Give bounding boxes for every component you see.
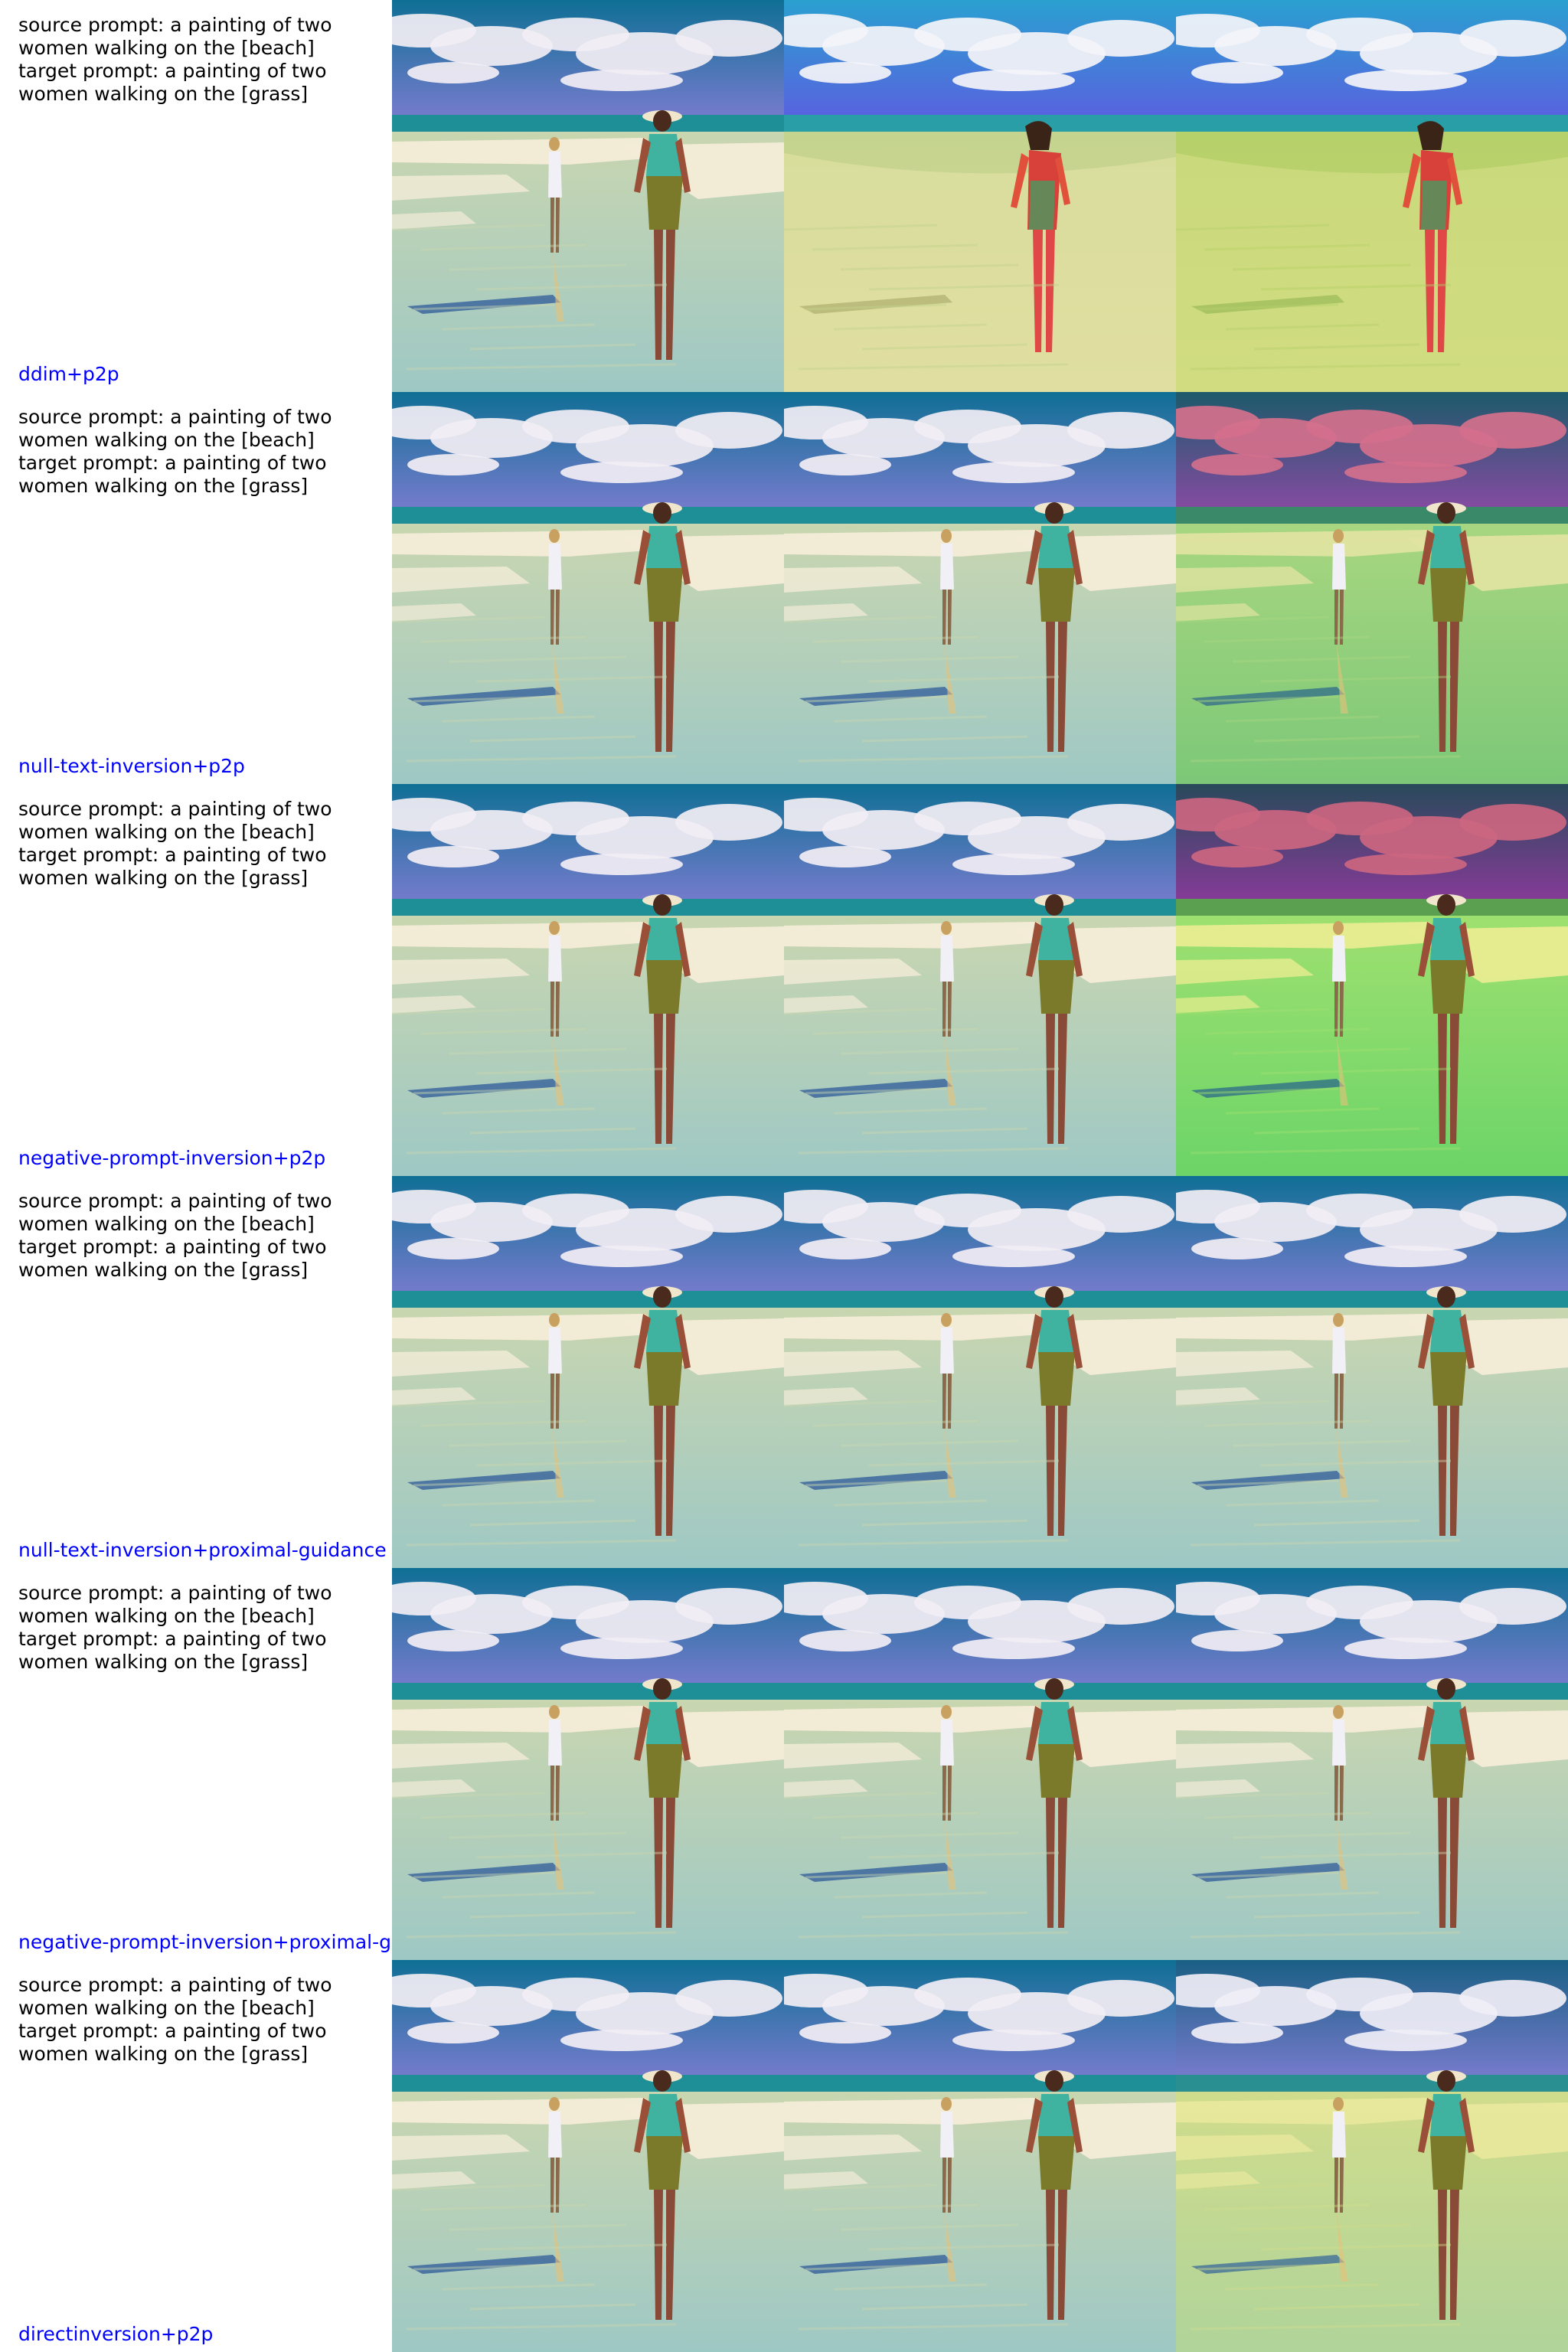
painting-svg	[1176, 0, 1568, 392]
prompt-text: source prompt: a painting of two women w…	[18, 14, 378, 106]
method-label: negative-prompt-inversion+p2p	[18, 1147, 326, 1169]
method-label: null-text-inversion+proximal-guidance	[18, 1539, 387, 1561]
row-label-panel: source prompt: a painting of two women w…	[0, 0, 392, 392]
target-prompt: target prompt: a painting of two women w…	[18, 1236, 327, 1281]
painting-svg	[784, 0, 1176, 392]
image-edited	[1176, 1568, 1568, 1960]
row-negative-prompt-inversion-proximal-guidance: source prompt: a painting of two women w…	[0, 1568, 1568, 1960]
source-prompt: source prompt: a painting of two women w…	[18, 1582, 332, 1627]
painting-svg	[1176, 1568, 1568, 1960]
row-label-panel: source prompt: a painting of two women w…	[0, 1568, 392, 1960]
painting-svg	[392, 392, 784, 784]
image-reconstruction	[784, 784, 1176, 1176]
image-reconstruction	[784, 1176, 1176, 1568]
prompt-text: source prompt: a painting of two women w…	[18, 1974, 378, 2066]
image-original	[392, 392, 784, 784]
painting-svg	[1176, 784, 1568, 1176]
source-prompt: source prompt: a painting of two women w…	[18, 14, 332, 59]
painting-svg	[1176, 1176, 1568, 1568]
target-prompt: target prompt: a painting of two women w…	[18, 844, 327, 889]
image-reconstruction	[784, 1960, 1176, 2352]
painting-svg	[784, 1176, 1176, 1568]
image-reconstruction	[784, 1568, 1176, 1960]
source-prompt: source prompt: a painting of two women w…	[18, 1190, 332, 1235]
target-prompt: target prompt: a painting of two women w…	[18, 1628, 327, 1673]
painting-svg	[1176, 392, 1568, 784]
painting-svg	[1176, 1960, 1568, 2352]
target-prompt: target prompt: a painting of two women w…	[18, 60, 327, 105]
prompt-text: source prompt: a painting of two women w…	[18, 1190, 378, 1282]
image-original	[392, 784, 784, 1176]
row-null-text-inversion-proximal-guidance: source prompt: a painting of two women w…	[0, 1176, 1568, 1568]
row-ddim-p2p: source prompt: a painting of two women w…	[0, 0, 1568, 392]
painting-svg	[392, 1176, 784, 1568]
image-original	[392, 0, 784, 392]
row-null-text-inversion-p2p: source prompt: a painting of two women w…	[0, 392, 1568, 784]
row-label-panel: source prompt: a painting of two women w…	[0, 1176, 392, 1568]
image-reconstruction	[784, 392, 1176, 784]
image-edited	[1176, 1176, 1568, 1568]
source-prompt: source prompt: a painting of two women w…	[18, 1974, 332, 2019]
source-prompt: source prompt: a painting of two women w…	[18, 798, 332, 843]
row-label-panel: source prompt: a painting of two women w…	[0, 1960, 392, 2352]
prompt-text: source prompt: a painting of two women w…	[18, 798, 378, 890]
method-label: null-text-inversion+p2p	[18, 755, 245, 777]
painting-svg	[392, 0, 784, 392]
image-edited	[1176, 784, 1568, 1176]
source-prompt: source prompt: a painting of two women w…	[18, 406, 332, 451]
image-edited	[1176, 0, 1568, 392]
painting-svg	[784, 392, 1176, 784]
method-label: directinversion+p2p	[18, 2323, 214, 2345]
image-original	[392, 1176, 784, 1568]
row-negative-prompt-inversion-p2p: source prompt: a painting of two women w…	[0, 784, 1568, 1176]
target-prompt: target prompt: a painting of two women w…	[18, 452, 327, 497]
painting-svg	[784, 784, 1176, 1176]
painting-svg	[392, 784, 784, 1176]
method-label: ddim+p2p	[18, 363, 119, 385]
image-original	[392, 1568, 784, 1960]
method-label: negative-prompt-inversion+proximal-g	[18, 1931, 391, 1953]
image-edited	[1176, 1960, 1568, 2352]
painting-svg	[784, 1960, 1176, 2352]
painting-svg	[392, 1960, 784, 2352]
row-label-panel: source prompt: a painting of two women w…	[0, 784, 392, 1176]
prompt-text: source prompt: a painting of two women w…	[18, 1582, 378, 1674]
target-prompt: target prompt: a painting of two women w…	[18, 2020, 327, 2065]
prompt-text: source prompt: a painting of two women w…	[18, 406, 378, 498]
image-edited	[1176, 392, 1568, 784]
image-reconstruction	[784, 0, 1176, 392]
painting-svg	[784, 1568, 1176, 1960]
row-directinversion-p2p: source prompt: a painting of two women w…	[0, 1960, 1568, 2352]
image-original	[392, 1960, 784, 2352]
row-label-panel: source prompt: a painting of two women w…	[0, 392, 392, 784]
painting-svg	[392, 1568, 784, 1960]
